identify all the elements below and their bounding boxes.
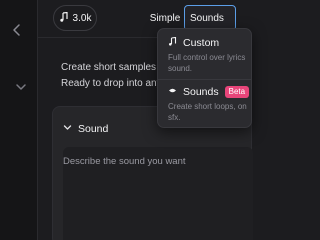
app-root: 3.0k Simple Sounds Create short samples … <box>0 0 253 240</box>
credits-badge[interactable]: 3.0k <box>53 5 97 31</box>
mode-dropdown-menu: Custom Full control over lyrics sound. S… <box>157 28 252 128</box>
sounds-desc-line-2: sfx. <box>168 113 181 122</box>
sound-description-placeholder: Describe the sound you want <box>63 156 186 167</box>
beta-badge: Beta <box>224 86 250 98</box>
menu-item-sounds[interactable]: Sounds Beta Create short loops, on sfx. <box>168 86 251 123</box>
custom-desc-line-2: sound. <box>168 64 193 73</box>
music-note-icon <box>168 36 177 49</box>
custom-desc-line-1: Full control over lyrics <box>168 53 246 62</box>
menu-item-custom-label: Custom <box>183 37 220 49</box>
sounds-desc-line-1: Create short loops, on <box>168 102 247 111</box>
menu-item-sounds-label: Sounds <box>183 86 219 98</box>
sound-section-toggle[interactable]: Sound <box>63 123 108 135</box>
sound-section-title: Sound <box>78 123 109 135</box>
music-note-icon <box>59 11 69 25</box>
chevron-left-icon[interactable] <box>9 22 25 38</box>
chevron-down-icon[interactable] <box>14 80 28 94</box>
chevron-down-icon <box>63 123 72 135</box>
sidebar-rail <box>0 0 38 240</box>
credits-count: 3.0k <box>72 12 92 24</box>
menu-item-custom-description: Full control over lyrics sound. <box>168 52 251 74</box>
sound-description-input[interactable]: Describe the sound you want <box>63 147 253 240</box>
menu-item-custom[interactable]: Custom Full control over lyrics sound. <box>168 36 251 74</box>
menu-divider <box>158 79 251 80</box>
waveform-icon <box>168 86 177 98</box>
menu-item-sounds-description: Create short loops, on sfx. <box>168 101 251 123</box>
